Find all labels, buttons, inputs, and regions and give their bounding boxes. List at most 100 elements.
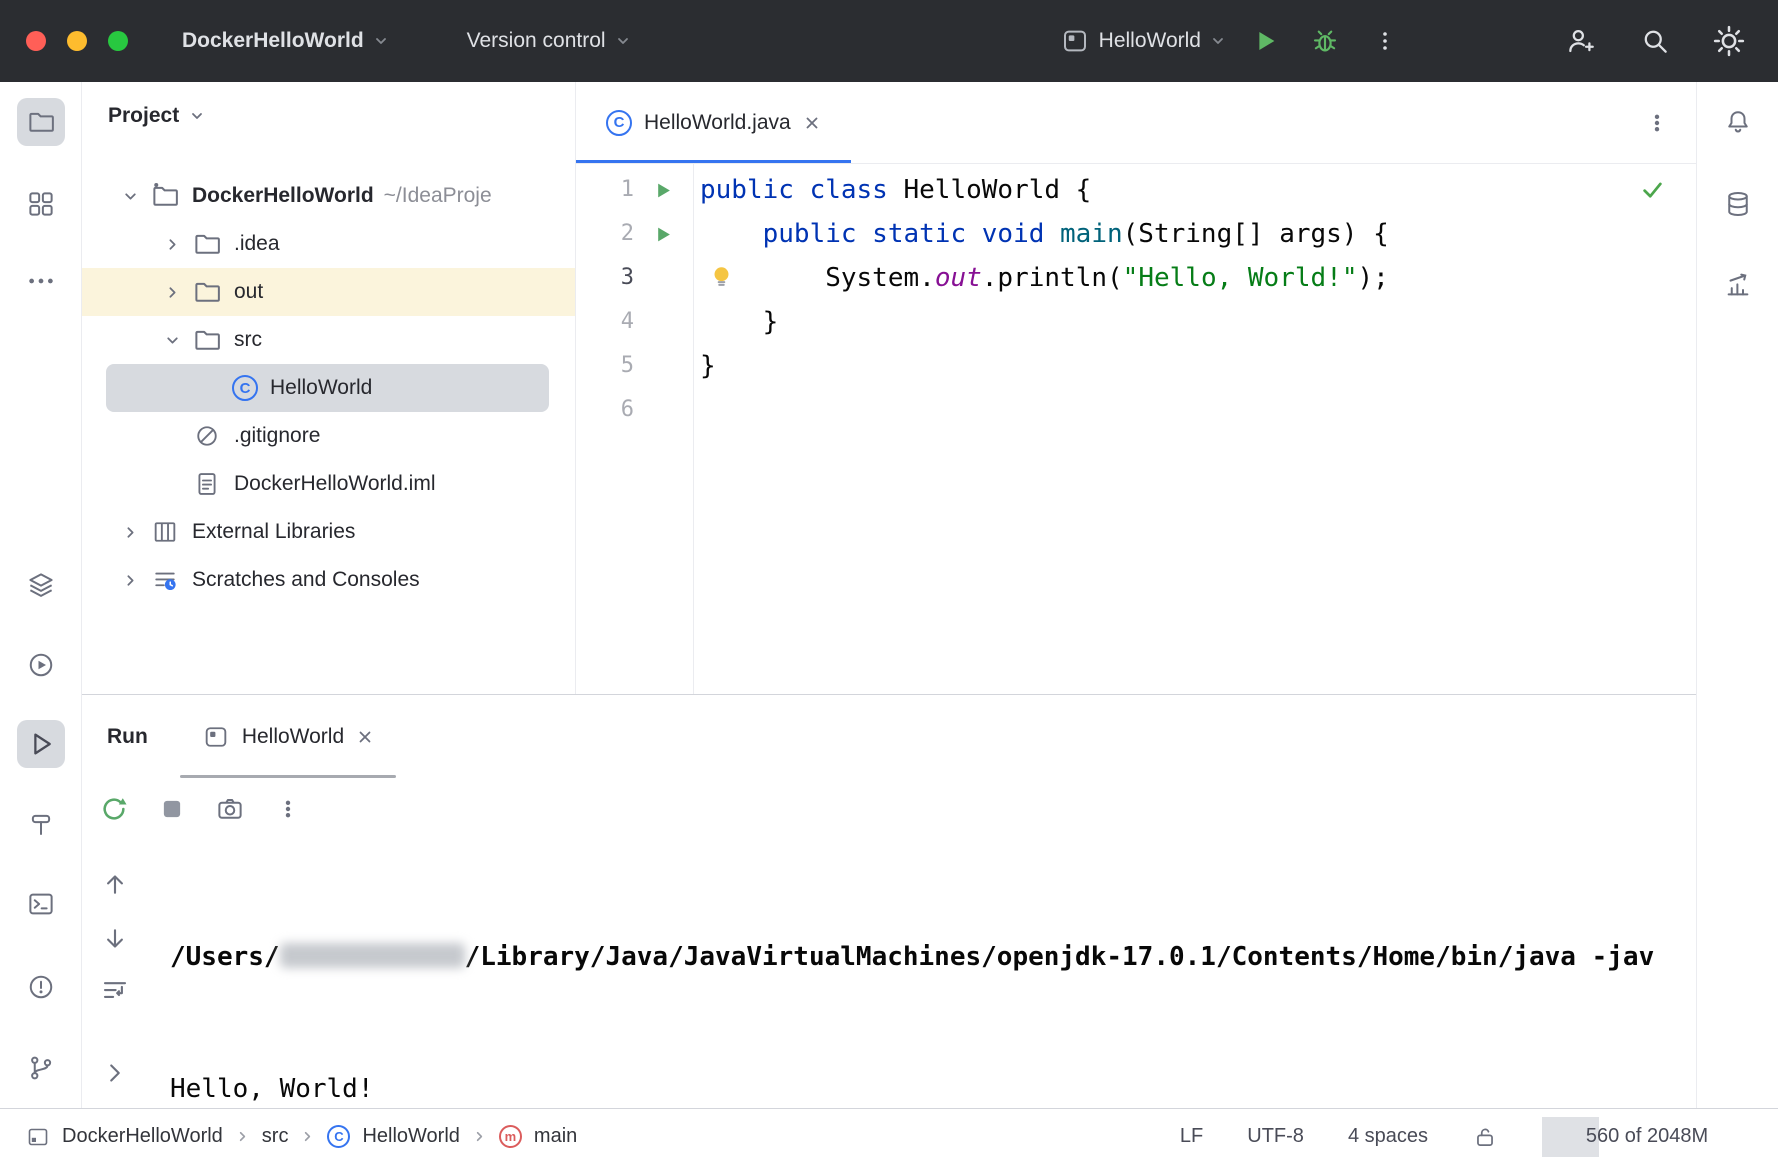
statusbar: DockerHelloWorld src C HelloWorld m main… [0, 1108, 1778, 1164]
settings-gear-icon[interactable] [1706, 18, 1752, 64]
layers-icon[interactable] [17, 561, 65, 609]
project-panel-title: Project [108, 104, 179, 128]
tree-item-helloworld-selected[interactable]: C HelloWorld [106, 364, 549, 412]
rerun-button[interactable] [94, 789, 134, 829]
run-config-icon [202, 723, 230, 751]
expand-console-chevron-icon[interactable] [100, 1058, 130, 1088]
code-line: } [700, 300, 1696, 344]
run-config-widget[interactable]: HelloWorld [1060, 26, 1226, 56]
run-panel-header: Run HelloWorld [82, 695, 1696, 778]
editor-options-kebab-icon[interactable] [1646, 112, 1668, 134]
tree-item-label: out [234, 280, 263, 304]
project-tool-window: Project DockerHelloWorld ~/IdeaProje [82, 82, 576, 694]
editor-tab-helloworld[interactable]: C HelloWorld.java [576, 82, 851, 163]
line-number: 1 [576, 168, 634, 212]
line-number: 4 [576, 300, 634, 344]
project-tool-icon[interactable] [17, 98, 65, 146]
vcs-widget[interactable]: Version control [467, 29, 631, 53]
run-line-icon[interactable] [634, 182, 693, 199]
git-branch-icon[interactable] [17, 1044, 65, 1092]
run-tab-helloworld[interactable]: HelloWorld [180, 695, 396, 778]
services-icon[interactable] [17, 641, 65, 689]
minimize-window-button[interactable] [67, 31, 87, 51]
lock-icon[interactable] [1472, 1124, 1498, 1150]
add-user-button[interactable] [1558, 18, 1604, 64]
line-number: 3 [576, 256, 634, 300]
run-toolbar [82, 778, 1696, 840]
editor-gutter: 1 2 3 4 5 6 [576, 164, 694, 694]
intention-bulb-icon[interactable] [708, 263, 735, 290]
chevron-down-icon [615, 33, 631, 49]
breadcrumb-project[interactable]: DockerHelloWorld [62, 1125, 223, 1148]
method-icon: m [499, 1125, 522, 1148]
breadcrumb-src[interactable]: src [262, 1125, 289, 1148]
problems-icon[interactable] [17, 963, 65, 1011]
chevron-right-icon [235, 1129, 250, 1144]
tree-item-out[interactable]: out [82, 268, 575, 316]
tree-item-iml[interactable]: DockerHelloWorld.iml [82, 460, 575, 508]
tree-item-root[interactable]: DockerHelloWorld ~/IdeaProje [82, 172, 575, 220]
console-options-kebab-icon[interactable] [268, 789, 308, 829]
run-tool-icon[interactable] [17, 720, 65, 768]
memory-indicator[interactable]: 560 of 2048M [1542, 1117, 1752, 1157]
indent-widget[interactable]: 4 spaces [1348, 1125, 1428, 1148]
tree-item-idea[interactable]: .idea [82, 220, 575, 268]
project-widget[interactable]: DockerHelloWorld [182, 29, 389, 53]
chevron-right-icon[interactable] [118, 520, 142, 544]
thread-dump-camera-icon[interactable] [210, 789, 250, 829]
tree-item-label: DockerHelloWorld [192, 184, 374, 208]
code-editor[interactable]: public class HelloWorld { public static … [694, 164, 1696, 694]
search-button[interactable] [1632, 18, 1678, 64]
more-tool-windows-icon[interactable] [17, 257, 65, 305]
more-actions-button[interactable] [1362, 18, 1408, 64]
tree-item-external-libraries[interactable]: External Libraries [82, 508, 575, 556]
structure-icon[interactable] [17, 180, 65, 228]
tree-item-label: HelloWorld [270, 376, 372, 400]
library-icon [150, 517, 180, 547]
line-separator-widget[interactable]: LF [1180, 1125, 1203, 1148]
encoding-widget[interactable]: UTF-8 [1247, 1125, 1304, 1148]
inspections-ok-icon[interactable] [1639, 176, 1666, 203]
project-panel-header[interactable]: Project [82, 82, 575, 150]
tree-item-gitignore[interactable]: .gitignore [82, 412, 575, 460]
run-config-label: HelloWorld [1099, 29, 1201, 53]
close-icon[interactable] [803, 114, 821, 132]
code-line: public static void main(String[] args) { [700, 212, 1696, 256]
stop-button[interactable] [152, 789, 192, 829]
debug-button[interactable] [1302, 18, 1348, 64]
console-stdout-line: Hello, World! [170, 1067, 1696, 1108]
line-number: 5 [576, 344, 634, 388]
build-icon[interactable] [17, 800, 65, 848]
soft-wrap-icon[interactable] [100, 975, 130, 1005]
database-icon[interactable] [1714, 180, 1762, 228]
run-line-icon[interactable] [634, 226, 693, 243]
project-tree: DockerHelloWorld ~/IdeaProje .idea out [82, 150, 575, 604]
vcs-widget-label: Version control [467, 29, 606, 53]
terminal-icon[interactable] [17, 880, 65, 928]
breadcrumb-method[interactable]: main [534, 1125, 577, 1148]
tool-windows-icon[interactable] [26, 1125, 50, 1149]
close-window-button[interactable] [26, 31, 46, 51]
run-tab-label: HelloWorld [242, 725, 344, 749]
tree-item-src[interactable]: src [82, 316, 575, 364]
chevron-right-icon[interactable] [118, 568, 142, 592]
profiler-icon[interactable] [1714, 261, 1762, 309]
notifications-bell-icon[interactable] [1714, 98, 1762, 146]
scratches-icon [150, 565, 180, 595]
tree-item-scratches[interactable]: Scratches and Consoles [82, 556, 575, 604]
breadcrumb-class[interactable]: HelloWorld [362, 1125, 459, 1148]
chevron-down-icon[interactable] [118, 184, 142, 208]
chevron-right-icon[interactable] [160, 280, 184, 304]
editor-tab-label: HelloWorld.java [644, 111, 791, 135]
tree-item-label: External Libraries [192, 520, 355, 544]
up-stacktrace-icon[interactable] [100, 869, 130, 899]
chevron-down-icon [1210, 33, 1226, 49]
titlebar-actions [1242, 18, 1408, 64]
zoom-window-button[interactable] [108, 31, 128, 51]
chevron-right-icon[interactable] [160, 232, 184, 256]
run-button[interactable] [1242, 18, 1288, 64]
chevron-down-icon[interactable] [160, 328, 184, 352]
down-stacktrace-icon[interactable] [100, 924, 130, 954]
window-controls [26, 31, 128, 51]
close-icon[interactable] [356, 728, 374, 746]
